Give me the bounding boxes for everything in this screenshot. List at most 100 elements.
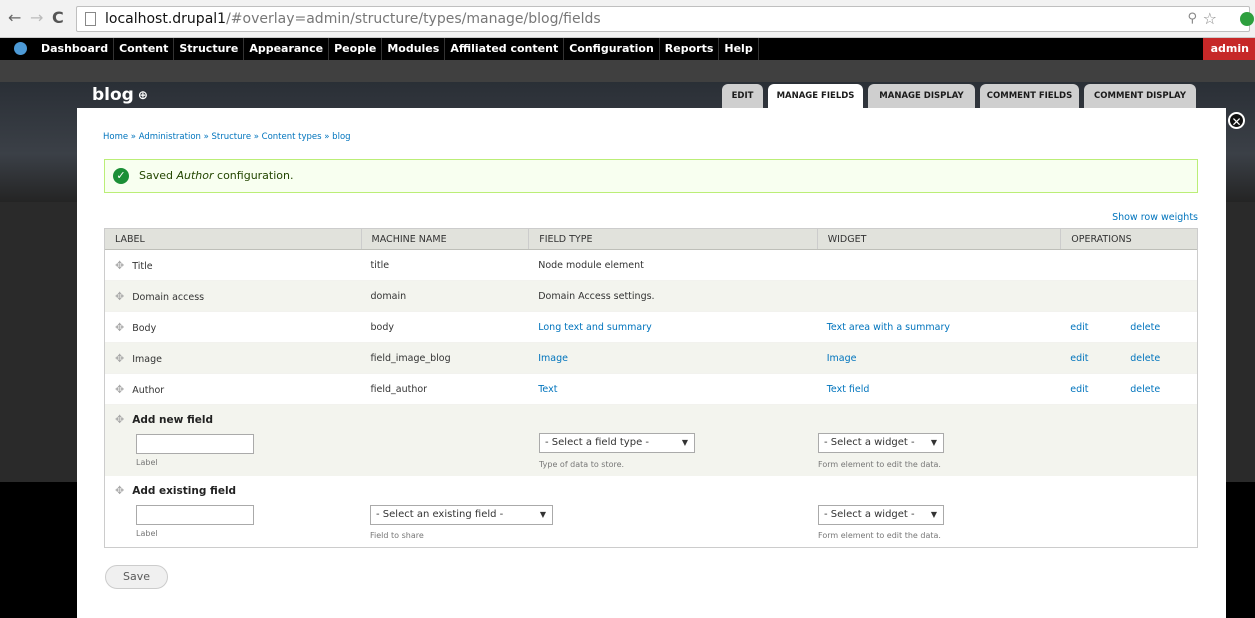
toolbar-item-modules[interactable]: Modules bbox=[382, 38, 446, 60]
field-type-cell: Text bbox=[528, 384, 816, 395]
overlay-dialog: Home » Administration » Structure » Cont… bbox=[77, 108, 1226, 618]
drag-handle-icon[interactable]: ✥ bbox=[115, 352, 124, 365]
toolbar-shortcuts-bar bbox=[0, 60, 1255, 82]
add-new-field-heading: ✥ Add new field bbox=[115, 413, 213, 426]
toolbar-item-help[interactable]: Help bbox=[719, 38, 759, 60]
toolbar-item-content[interactable]: Content bbox=[114, 38, 175, 60]
add-new-field-row: ✥ Add new field Label - Select a field ty… bbox=[105, 405, 1197, 476]
table-row: ✥ Image field_image_blog Image Image edit dele… bbox=[105, 343, 1197, 374]
col-header-operations: OPERATIONS bbox=[1060, 229, 1197, 249]
add-existing-field-heading-text: Add existing field bbox=[132, 485, 237, 497]
toolbar-item-dashboard[interactable]: Dashboard bbox=[36, 38, 115, 60]
message-after: configuration. bbox=[213, 169, 294, 182]
back-icon[interactable]: ← bbox=[8, 9, 21, 27]
new-field-label-input[interactable] bbox=[136, 434, 254, 454]
drag-handle-icon[interactable]: ✥ bbox=[115, 413, 124, 426]
fields-table: LABEL MACHINE NAME FIELD TYPE WIDGET OPE… bbox=[104, 228, 1198, 548]
add-shortcut-icon[interactable]: ⊕ bbox=[138, 88, 148, 102]
table-body: ✥ Title title Node module element ✥ Domain ac… bbox=[105, 250, 1197, 405]
field-type-link[interactable]: Image bbox=[538, 353, 568, 364]
primary-tabs: EDIT MANAGE FIELDS MANAGE DISPLAY COMMEN… bbox=[722, 84, 1196, 108]
toolbar-item-affiliated-content[interactable]: Affiliated content bbox=[445, 38, 565, 60]
field-label-cell: ✥ Title bbox=[105, 259, 361, 272]
existing-field-label-input[interactable] bbox=[136, 505, 254, 525]
edit-link[interactable]: edit bbox=[1070, 353, 1130, 364]
toolbar-item-appearance[interactable]: Appearance bbox=[244, 38, 330, 60]
field-type-text: Domain Access settings. bbox=[538, 290, 655, 302]
field-label-cell: ✥ Body bbox=[105, 321, 361, 334]
widget-link[interactable]: Text area with a summary bbox=[827, 322, 950, 333]
add-new-field-heading-text: Add new field bbox=[132, 414, 214, 426]
delete-link[interactable]: delete bbox=[1130, 353, 1190, 364]
edit-link[interactable]: edit bbox=[1070, 384, 1130, 395]
field-type-link[interactable]: Long text and summary bbox=[538, 322, 652, 333]
field-type-caption: Type of data to store. bbox=[539, 460, 625, 469]
existing-field-select[interactable]: - Select an existing field - ▼ bbox=[370, 505, 553, 525]
home-icon[interactable] bbox=[14, 42, 27, 55]
address-bar[interactable]: localhost.drupal1/#overlay=admin/structu… bbox=[76, 6, 1250, 32]
user-badge[interactable]: admin bbox=[1202, 38, 1255, 60]
show-row-weights-link[interactable]: Show row weights bbox=[1112, 212, 1198, 223]
chevron-down-icon: ▼ bbox=[930, 510, 937, 519]
chevron-down-icon: ▼ bbox=[681, 438, 688, 447]
new-widget-select-value: - Select a widget - bbox=[824, 437, 915, 448]
tab-edit[interactable]: EDIT bbox=[722, 84, 763, 108]
field-type-text: Node module element bbox=[538, 259, 644, 271]
existing-widget-select-value: - Select a widget - bbox=[824, 509, 915, 520]
widget-link[interactable]: Image bbox=[827, 353, 857, 364]
drag-handle-icon[interactable]: ✥ bbox=[115, 383, 124, 396]
field-label-cell: ✥ Domain access bbox=[105, 290, 361, 303]
toolbar-item-people[interactable]: People bbox=[329, 38, 383, 60]
field-label: Image bbox=[132, 353, 162, 365]
widget-link[interactable]: Text field bbox=[827, 384, 870, 395]
new-widget-caption: Form element to edit the data. bbox=[818, 460, 941, 469]
delete-link[interactable]: delete bbox=[1130, 384, 1190, 395]
zoom-icon[interactable]: ⚲ bbox=[1187, 11, 1197, 26]
field-type-cell: Long text and summary bbox=[528, 322, 816, 333]
drag-handle-icon[interactable]: ✥ bbox=[115, 259, 124, 272]
table-row: ✥ Title title Node module element bbox=[105, 250, 1197, 281]
edit-link[interactable]: edit bbox=[1070, 322, 1130, 333]
field-label: Author bbox=[132, 384, 165, 396]
tab-comment-fields[interactable]: COMMENT FIELDS bbox=[980, 84, 1079, 108]
tab-manage-fields[interactable]: MANAGE FIELDS bbox=[768, 84, 863, 108]
status-message: ✓ Saved Author configuration. bbox=[104, 159, 1198, 193]
field-type-cell: Node module element bbox=[528, 260, 816, 271]
toolbar-menu: Dashboard Content Structure Appearance Peopl… bbox=[36, 38, 759, 60]
table-row: ✥ Domain access domain Domain Access settin… bbox=[105, 281, 1197, 312]
drag-handle-icon[interactable]: ✥ bbox=[115, 321, 124, 334]
save-button[interactable]: Save bbox=[105, 565, 168, 589]
tab-manage-display[interactable]: MANAGE DISPLAY bbox=[868, 84, 975, 108]
field-label-cell: ✥ Author bbox=[105, 383, 361, 396]
admin-toolbar: Dashboard Content Structure Appearance Peopl… bbox=[0, 38, 1255, 60]
field-type-select[interactable]: - Select a field type - ▼ bbox=[539, 433, 695, 453]
tab-comment-display[interactable]: COMMENT DISPLAY bbox=[1084, 84, 1196, 108]
operations-cell: edit delete bbox=[1060, 353, 1197, 364]
page-icon bbox=[85, 12, 96, 26]
field-type-link[interactable]: Text bbox=[538, 384, 557, 395]
new-widget-select[interactable]: - Select a widget - ▼ bbox=[818, 433, 944, 453]
existing-widget-caption: Form element to edit the data. bbox=[818, 531, 941, 540]
machine-name-cell: domain bbox=[370, 290, 407, 302]
close-overlay-icon[interactable]: ✕ bbox=[1228, 112, 1245, 129]
reload-icon[interactable]: C bbox=[52, 9, 64, 27]
delete-link[interactable]: delete bbox=[1130, 322, 1190, 333]
breadcrumb[interactable]: Home » Administration » Structure » Cont… bbox=[103, 132, 351, 142]
drag-handle-icon[interactable]: ✥ bbox=[115, 290, 124, 303]
bookmark-star-icon[interactable]: ☆ bbox=[1203, 9, 1217, 28]
machine-name-cell: field_image_blog bbox=[370, 352, 451, 364]
toolbar-item-reports[interactable]: Reports bbox=[660, 38, 720, 60]
extension-icon[interactable] bbox=[1240, 12, 1254, 26]
chevron-down-icon: ▼ bbox=[930, 438, 937, 447]
url-text[interactable]: localhost.drupal1/#overlay=admin/structu… bbox=[105, 11, 601, 27]
toolbar-item-configuration[interactable]: Configuration bbox=[564, 38, 660, 60]
drag-handle-icon[interactable]: ✥ bbox=[115, 484, 124, 497]
table-row: ✥ Author field_author Text Text field edit del… bbox=[105, 374, 1197, 405]
browser-chrome: ← → C localhost.drupal1/#overlay=admin/s… bbox=[0, 0, 1255, 38]
field-label: Title bbox=[132, 260, 153, 272]
existing-widget-select[interactable]: - Select a widget - ▼ bbox=[818, 505, 944, 525]
machine-name-cell: body bbox=[370, 321, 395, 333]
forward-icon[interactable]: → bbox=[30, 9, 43, 27]
page-title: blog ⊕ bbox=[92, 85, 148, 105]
toolbar-item-structure[interactable]: Structure bbox=[174, 38, 245, 60]
